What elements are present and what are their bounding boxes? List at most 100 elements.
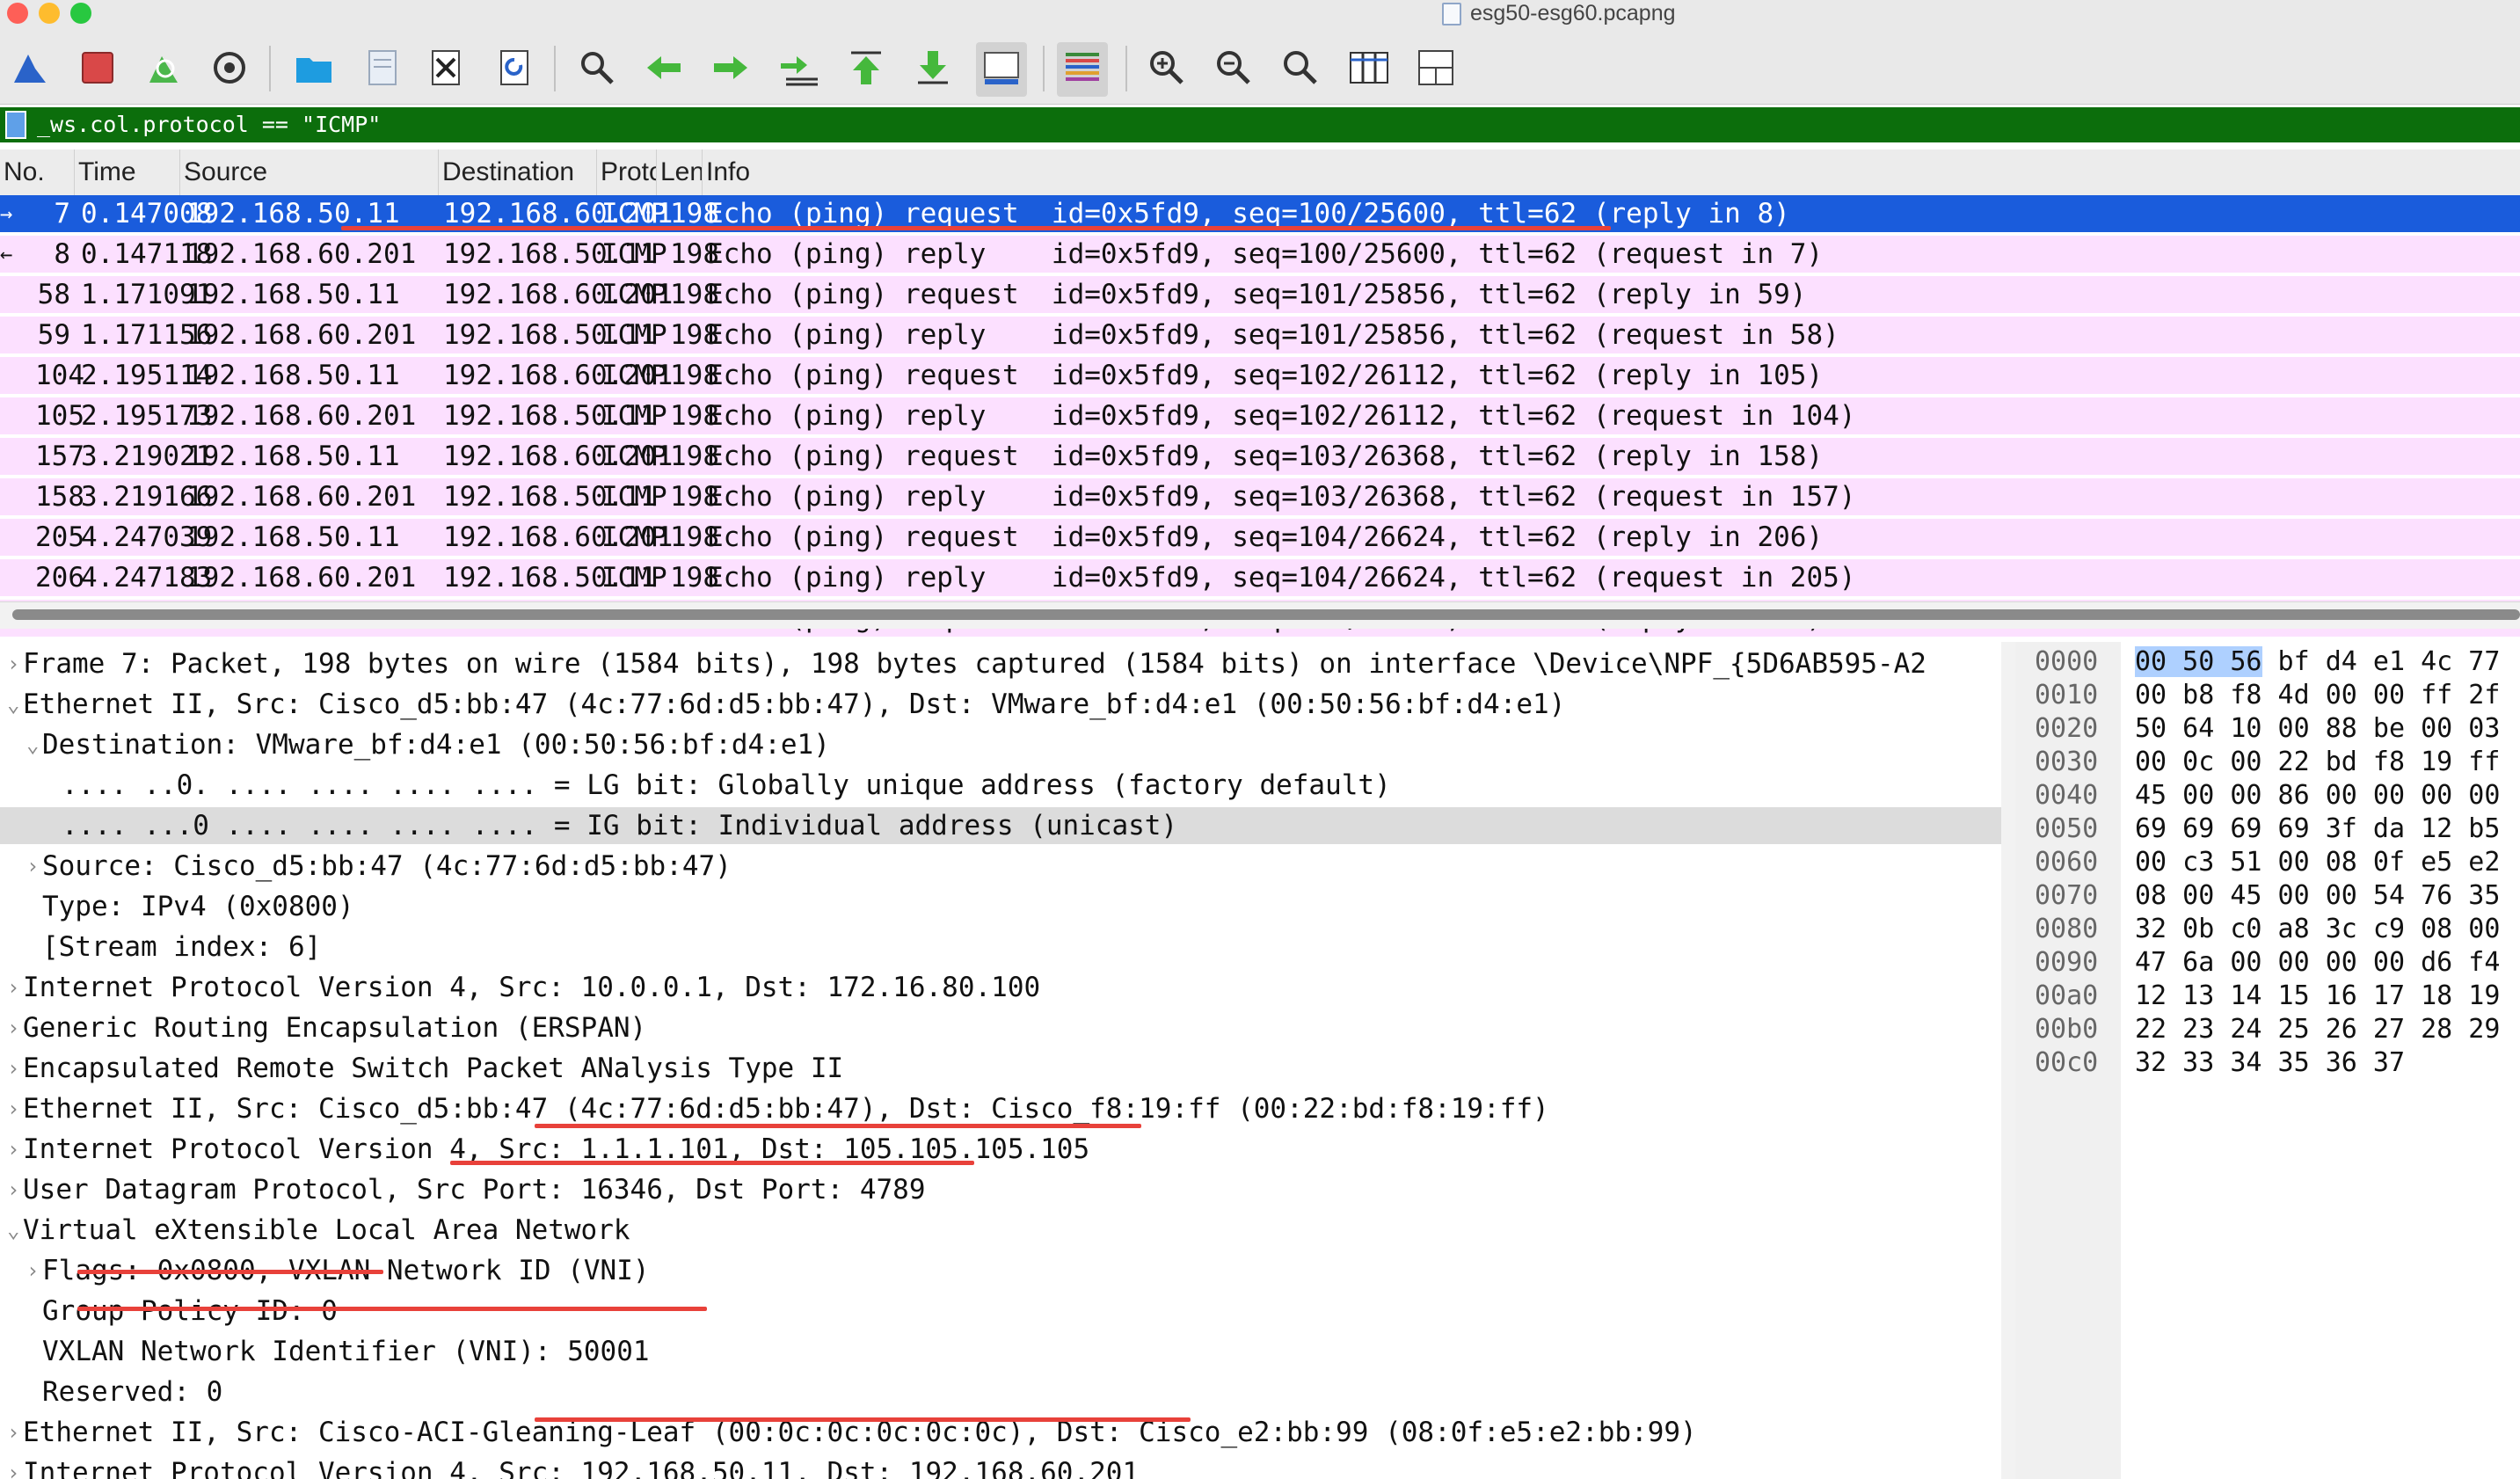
packet-cell-time: 0.147008 (81, 198, 213, 230)
zoom-out-button[interactable] (1208, 42, 1259, 97)
detail-row[interactable]: Type: IPv4 (0x0800) (0, 888, 2001, 925)
packet-row[interactable]: ← 8 0.147118 192.168.60.201 192.168.50.11 ICM… (0, 236, 2520, 273)
save-file-button[interactable] (357, 42, 408, 97)
resize-columns-button[interactable] (1344, 42, 1395, 97)
close-window-button[interactable] (7, 3, 28, 24)
detail-row[interactable]: .... ...0 .... .... .... .... = IG bit: … (0, 807, 2001, 844)
byte-offset: 0020 (2035, 713, 2099, 744)
col-header-protocol[interactable]: Protoco (596, 149, 656, 195)
packet-cell-len: 198 (670, 521, 719, 553)
packet-cell-no: 59 (37, 319, 70, 351)
packet-cell-len: 198 (670, 238, 719, 270)
close-file-button[interactable] (420, 42, 471, 97)
byte-hex-row[interactable]: 00 50 56 bf d4 e1 4c 77 (2135, 645, 2500, 679)
zoom-window-button[interactable] (70, 3, 91, 24)
go-forward-button[interactable] (705, 42, 756, 97)
detail-row-text: Internet Protocol Version 4, Src: 192.16… (23, 1457, 1140, 1479)
go-last-button[interactable] (907, 42, 958, 97)
pane-splitter[interactable] (2001, 642, 2016, 1479)
packet-row[interactable]: 105 2.195173 192.168.60.201 192.168.50.11 IC… (0, 397, 2520, 434)
col-header-no[interactable]: No. (0, 149, 74, 195)
byte-hex-row[interactable]: 69 69 69 69 3f da 12 b5 (2135, 812, 2500, 846)
byte-hex-row[interactable]: 45 00 00 86 00 00 00 00 (2135, 779, 2500, 812)
detail-row[interactable]: ⌄ Virtual eXtensible Local Area Network (0, 1212, 2001, 1249)
packet-row[interactable]: 157 3.219021 192.168.50.11 192.168.60.201 IC… (0, 438, 2520, 475)
find-packet-button[interactable] (572, 42, 623, 97)
restart-capture-button[interactable] (139, 42, 190, 97)
byte-hex-row[interactable]: 22 23 24 25 26 27 28 29 (2135, 1013, 2500, 1046)
col-header-length[interactable]: Lengt (656, 149, 702, 195)
detail-row[interactable]: › Ethernet II, Src: Cisco_d5:bb:47 (4c:77… (0, 1090, 2001, 1127)
detail-row[interactable]: › Source: Cisco_d5:bb:47 (4c:77:6d:d5:bb:… (0, 848, 2001, 885)
detail-row[interactable]: .... ..0. .... .... .... .... = LG bit: … (0, 767, 2001, 804)
colorize-button[interactable] (1057, 42, 1108, 97)
auto-scroll-button[interactable] (976, 42, 1027, 97)
byte-hex-row[interactable]: 32 0b c0 a8 3c c9 08 00 (2135, 913, 2500, 946)
reload-file-icon (492, 46, 536, 94)
start-capture-button[interactable] (5, 42, 56, 97)
packet-cell-info: Echo (ping) reply id=0x5fd9, seq=103/263… (707, 481, 1856, 513)
packet-row[interactable]: 58 1.171091 192.168.50.11 192.168.60.201 ICM… (0, 276, 2520, 313)
byte-offset: 0050 (2035, 813, 2099, 844)
packet-row[interactable]: 205 4.247039 192.168.50.11 192.168.60.201 IC… (0, 519, 2520, 556)
col-header-destination[interactable]: Destination (438, 149, 596, 195)
detail-row[interactable]: › Frame 7: Packet, 198 bytes on wire (158… (0, 645, 2001, 682)
packet-row[interactable]: 59 1.171156 192.168.60.201 192.168.50.11 ICM… (0, 317, 2520, 353)
detail-row[interactable]: VXLAN Network Identifier (VNI): 50001 (0, 1333, 2001, 1370)
minimize-window-button[interactable] (39, 3, 60, 24)
open-file-button[interactable] (288, 42, 339, 97)
col-header-info[interactable]: Info (702, 149, 2520, 195)
detail-row[interactable]: ⌄ Ethernet II, Src: Cisco_d5:bb:47 (4c:77… (0, 686, 2001, 723)
col-header-source[interactable]: Source (179, 149, 438, 195)
capture-options-button[interactable] (204, 42, 255, 97)
byte-hex-row[interactable]: 50 64 10 00 88 be 00 03 (2135, 712, 2500, 746)
packet-row[interactable]: 206 4.247183 192.168.60.201 192.168.50.11 IC… (0, 559, 2520, 596)
byte-hex-row[interactable]: 32 33 34 35 36 37 (2135, 1046, 2405, 1080)
detail-row[interactable]: [Stream index: 6] (0, 929, 2001, 965)
packet-row[interactable]: 104 2.195114 192.168.50.11 192.168.60.201 IC… (0, 357, 2520, 394)
layout-button[interactable] (1410, 42, 1461, 97)
detail-row[interactable]: › Internet Protocol Version 4, Src: 10.0.… (0, 969, 2001, 1006)
col-header-time[interactable]: Time (74, 149, 179, 195)
packet-cell-info: Echo (ping) reply id=0x5fd9, seq=101/258… (707, 319, 1839, 351)
detail-row[interactable]: ⌄ Destination: VMware_bf:d4:e1 (00:50:56:… (0, 726, 2001, 763)
detail-row[interactable]: › Generic Routing Encapsulation (ERSPAN) (0, 1009, 2001, 1046)
scrollbar-thumb[interactable] (12, 609, 2520, 620)
detail-row[interactable]: › Internet Protocol Version 4, Src: 192.1… (0, 1454, 2001, 1479)
restart-capture-icon (142, 46, 186, 94)
bytes-offset-column: 0000 0010 0020 0030 0040 0050 0060 0070 0080 0090… (2015, 642, 2121, 1479)
go-first-button[interactable] (841, 42, 892, 97)
display-filter-input[interactable]: _ws.col.protocol == "ICMP" (37, 107, 381, 142)
packet-cell-dst: 192.168.60.201 (443, 441, 674, 472)
detail-row[interactable]: › Encapsulated Remote Switch Packet ANaly… (0, 1050, 2001, 1087)
packet-cell-src: 192.168.50.11 (186, 360, 400, 391)
zoom-in-button[interactable] (1141, 42, 1192, 97)
byte-hex-row[interactable]: 47 6a 00 00 00 00 d6 f4 (2135, 946, 2500, 980)
detail-row[interactable]: Group Policy ID: 0 (0, 1293, 2001, 1330)
toolbar-separator (1043, 46, 1045, 91)
byte-hex-row[interactable]: 00 0c 00 22 bd f8 19 ff (2135, 746, 2500, 779)
packet-cell-no: 157 (35, 441, 84, 472)
detail-row-text: .... ...0 .... .... .... .... = IG bit: … (62, 810, 1178, 842)
go-to-packet-button[interactable] (774, 42, 825, 97)
display-filter-bar[interactable]: _ws.col.protocol == "ICMP" (0, 107, 2520, 142)
detail-row[interactable]: › Internet Protocol Version 4, Src: 1.1.1… (0, 1131, 2001, 1168)
normal-size-button[interactable] (1275, 42, 1326, 97)
byte-hex-row[interactable]: 12 13 14 15 16 17 18 19 (2135, 980, 2500, 1013)
packet-list-scrollbar[interactable] (0, 601, 2520, 629)
byte-hex-row[interactable]: 00 b8 f8 4d 00 00 ff 2f (2135, 679, 2500, 712)
bookmark-icon[interactable] (5, 111, 26, 139)
reload-file-button[interactable] (489, 42, 540, 97)
annotation-underline (77, 1270, 383, 1274)
byte-hex-row[interactable]: 08 00 45 00 00 54 76 35 (2135, 879, 2500, 913)
detail-row[interactable]: › User Datagram Protocol, Src Port: 16346… (0, 1171, 2001, 1208)
byte-hex-row[interactable]: 00 c3 51 00 08 0f e5 e2 (2135, 846, 2500, 879)
stop-capture-button[interactable] (72, 42, 123, 97)
find-packet-icon (575, 46, 619, 94)
go-back-button[interactable] (638, 42, 689, 97)
byte-hex-values: 69 69 69 69 3f da 12 b5 (2135, 813, 2501, 844)
packet-row[interactable]: 158 3.219166 192.168.60.201 192.168.50.11 IC… (0, 478, 2520, 515)
detail-row[interactable]: Reserved: 0 (0, 1373, 2001, 1410)
window-title-text: esg50-esg60.pcapng (1470, 1, 1676, 26)
detail-row-text: User Datagram Protocol, Src Port: 16346,… (23, 1174, 926, 1206)
